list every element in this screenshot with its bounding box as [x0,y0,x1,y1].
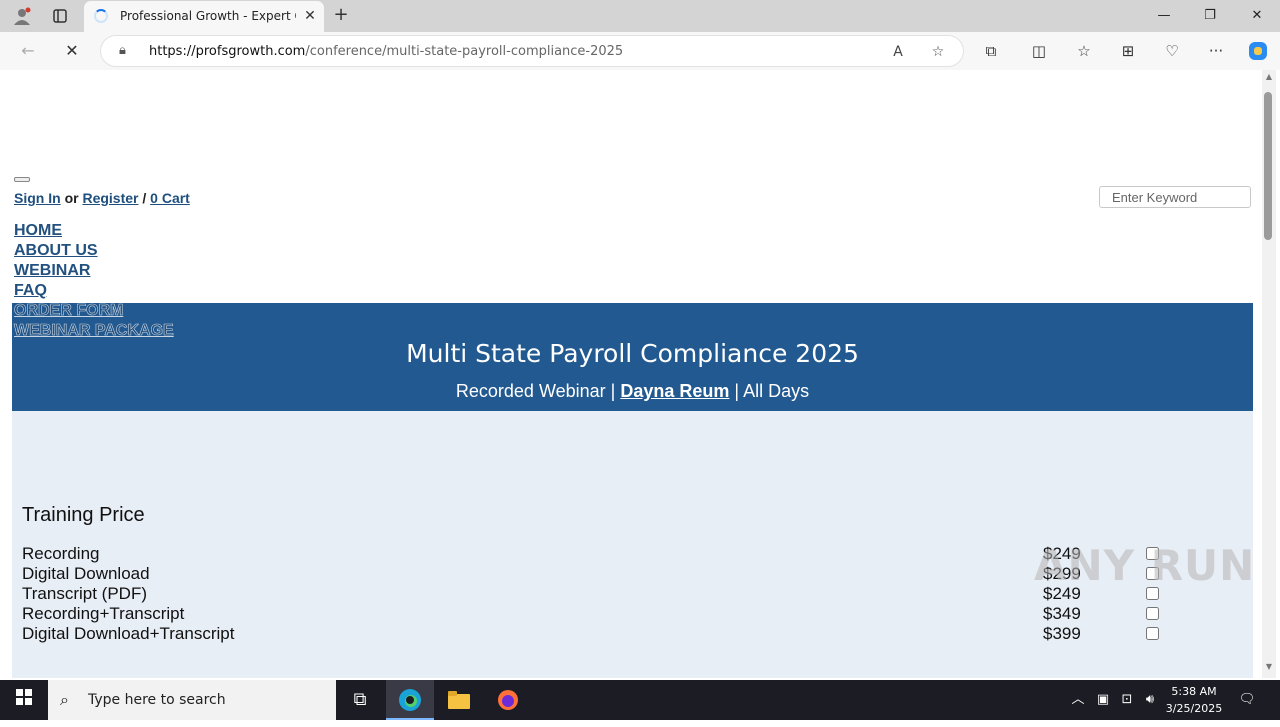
profile-icon[interactable] [9,4,35,28]
back-icon[interactable]: ← [14,38,42,64]
price-option-label: Digital Download [22,564,150,583]
clock-date: 3/25/2025 [1165,702,1223,715]
page-title: Multi State Payroll Compliance 2025 [406,339,859,368]
split-screen-icon[interactable]: ◫ [1026,40,1052,62]
webinar-days: | All Days [734,381,810,401]
task-view-icon[interactable]: ⧉ [336,680,384,720]
windows-taskbar: ⌕ Type here to search ⧉ ︿ ▣ ⊡ 🔊︎ 5:38 AM… [0,680,1280,720]
taskbar-search[interactable]: ⌕ Type here to search [48,680,336,720]
edge-taskbar-icon[interactable] [386,680,434,720]
favorites-icon[interactable]: ☆ [1071,40,1097,62]
nav-faq[interactable]: FAQ [14,281,98,301]
browser-tab-bar: Professional Growth - Expert Cor ✕ + — ❐… [0,0,1280,32]
search-icon: ⌕ [60,690,69,709]
minimize-icon[interactable]: — [1141,0,1187,32]
hero-banner: ORDER FORM WEBINAR PACKAGE Multi State P… [12,301,1253,411]
url-path: /conference/multi-state-payroll-complian… [305,44,624,59]
hero-subtitle: Recorded Webinar | Dayna Reum | All Days [12,381,1253,402]
price-option-checkbox[interactable] [1146,607,1159,620]
main-nav: HOME ABOUT US WEBINAR FAQ [14,221,98,301]
price-option-label: Recording [22,544,100,563]
training-price-heading: Training Price [22,504,145,526]
file-explorer-icon[interactable] [435,680,483,720]
url-text[interactable]: https://profsgrowth.com/conference/multi… [149,44,623,59]
tab-title: Professional Growth - Expert Cor [120,9,296,23]
price-option-label: Recording+Transcript [22,604,185,623]
close-tab-icon[interactable]: ✕ [302,6,318,26]
close-window-icon[interactable]: ✕ [1234,0,1280,32]
page-scrollbar[interactable]: ▲ ▼ [1262,70,1276,678]
register-link[interactable]: Register [82,190,138,206]
webinar-type: Recorded Webinar | [455,381,616,401]
restore-icon[interactable]: ❐ [1187,0,1233,32]
nav-home[interactable]: HOME [14,221,98,241]
collections-icon[interactable]: ⊞ [1115,40,1141,62]
more-icon[interactable]: ··· [1203,40,1229,62]
price-option-amount: $399 [1043,624,1081,643]
search-input[interactable] [1099,186,1251,208]
price-option-checkbox[interactable] [1146,627,1159,640]
scroll-down-icon[interactable]: ▼ [1262,662,1276,674]
sign-in-link[interactable]: Sign In [14,190,61,206]
cart-link[interactable]: 0 Cart [150,190,190,206]
system-clock[interactable]: 5:38 AM 3/25/2025 [1160,683,1228,717]
address-bar[interactable]: 🔒︎ https://profsgrowth.com/conference/mu… [100,35,964,67]
price-option: Recording $249 [22,544,1202,564]
price-option-label: Transcript (PDF) [22,584,147,603]
nav-order-form[interactable]: ORDER FORM [14,301,174,321]
active-tab[interactable]: Professional Growth - Expert Cor ✕ [84,1,324,32]
nav-overflow: ORDER FORM WEBINAR PACKAGE [14,301,174,341]
price-option-label: Digital Download+Transcript [22,624,235,643]
price-option: Digital Download $299 [22,564,1202,584]
extensions-icon[interactable]: ⧉ [978,40,1004,62]
price-option: Digital Download+Transcript $399 [22,624,1202,644]
loading-spinner-icon [94,9,108,23]
tab-actions-icon[interactable] [47,4,73,28]
anyrun-watermark: ANY RUN [1034,541,1256,590]
or-text: or [64,190,79,206]
scrollbar-thumb[interactable] [1264,92,1272,240]
copilot-icon[interactable] [1245,40,1271,62]
new-tab-icon[interactable]: + [330,4,352,28]
scroll-up-icon[interactable]: ▲ [1262,72,1276,84]
browser-essentials-icon[interactable]: ♡ [1159,40,1185,62]
slash-text: / [142,190,147,206]
nav-about-us[interactable]: ABOUT US [14,241,98,261]
read-aloud-icon[interactable]: A [887,41,909,63]
firefox-icon[interactable] [484,680,532,720]
volume-icon[interactable]: 🔊︎ [1140,680,1160,720]
star-icon[interactable]: ☆ [927,41,949,63]
nav-webinar-package[interactable]: WEBINAR PACKAGE [14,321,174,341]
stop-loading-icon[interactable]: ✕ [58,38,86,64]
show-hidden-icons[interactable]: ︿ [1068,680,1088,720]
nav-webinar[interactable]: WEBINAR [14,261,98,281]
speaker-link[interactable]: Dayna Reum [620,381,729,401]
menu-toggle-button[interactable] [14,177,30,182]
lock-icon[interactable]: 🔒︎ [119,43,126,58]
notifications-icon[interactable]: 🗨︎ [1236,680,1258,720]
taskbar-search-placeholder: Type here to search [88,692,226,708]
network-adapter-icon[interactable]: ▣ [1093,680,1113,720]
price-option-amount: $349 [1043,604,1081,623]
url-host: https://profsgrowth.com [149,44,306,59]
price-option: Transcript (PDF) $249 [22,584,1202,604]
auth-links: Sign In or Register / 0 Cart [14,190,190,206]
network-icon[interactable]: ⊡ [1117,680,1137,720]
windows-start-icon[interactable] [0,680,48,720]
clock-time: 5:38 AM [1171,685,1217,698]
price-option: Recording+Transcript $349 [22,604,1202,624]
